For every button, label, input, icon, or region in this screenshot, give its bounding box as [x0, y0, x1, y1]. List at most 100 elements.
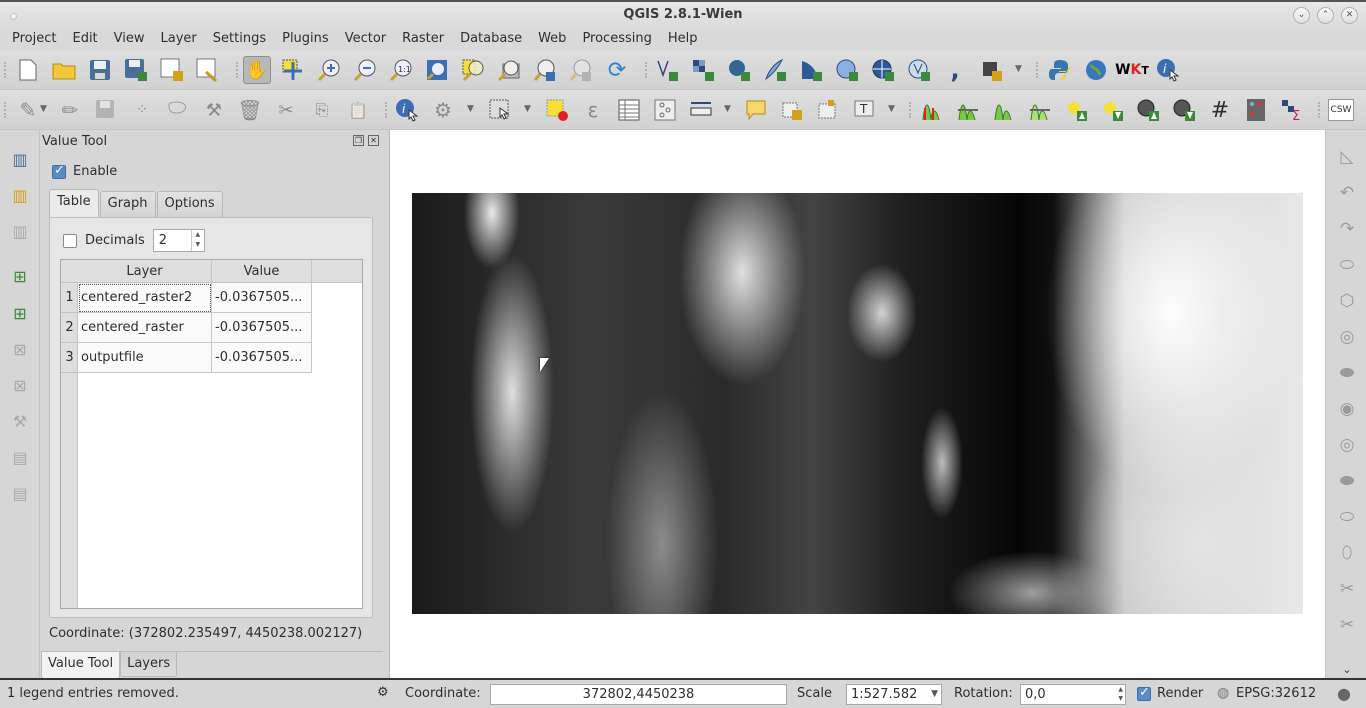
save-layer-edits-icon[interactable]: [92, 96, 120, 124]
remove-raster-plugin-icon[interactable]: ▥: [7, 218, 33, 244]
close-panel-button[interactable]: ✕: [368, 135, 379, 146]
add-postgis-layer-icon[interactable]: [725, 56, 753, 84]
local-histogram-stretch-icon[interactable]: [918, 96, 946, 124]
add-wcs-layer-icon[interactable]: [869, 56, 897, 84]
zoom-to-layer-icon[interactable]: [495, 56, 523, 84]
toolbar-grip[interactable]: [1036, 62, 1040, 78]
add-raster-plugin-icon[interactable]: ▥: [7, 146, 33, 172]
dock-tab-value-tool[interactable]: Value Tool: [41, 652, 121, 679]
zoom-last-icon[interactable]: [531, 56, 559, 84]
add-mssql-layer-icon[interactable]: [797, 56, 825, 84]
full-histogram-stretch-icon[interactable]: [954, 96, 982, 124]
zoom-native-icon[interactable]: 1:1: [387, 56, 415, 84]
row-number[interactable]: 1: [61, 283, 78, 313]
menu-view[interactable]: View: [106, 29, 153, 50]
toolbar-grip[interactable]: [1318, 102, 1322, 118]
table-cell-value[interactable]: -0.0367505...: [212, 283, 312, 313]
new-project-icon[interactable]: [14, 56, 42, 84]
row-number[interactable]: 3: [61, 343, 78, 373]
menu-help[interactable]: Help: [660, 29, 706, 50]
node-tool-icon[interactable]: ⚒: [200, 96, 228, 124]
edit-vector-layer-icon[interactable]: ⊠: [7, 372, 33, 398]
menu-edit[interactable]: Edit: [64, 29, 105, 50]
measure-line-icon[interactable]: [687, 96, 715, 124]
undo-icon[interactable]: ↶: [1334, 180, 1360, 206]
field-calculator-icon[interactable]: ε: [579, 96, 607, 124]
zoom-to-selection-icon[interactable]: [459, 56, 487, 84]
menu-web[interactable]: Web: [530, 29, 574, 50]
new-shapefile-layer-icon[interactable]: [653, 56, 681, 84]
enable-checkbox[interactable]: [52, 163, 66, 179]
float-panel-button[interactable]: ❐: [353, 135, 364, 146]
toolbar-grip[interactable]: [236, 62, 240, 78]
row-number[interactable]: 2: [61, 313, 78, 343]
toggle-editing-icon[interactable]: ✏: [56, 96, 84, 124]
text-annotation-icon[interactable]: T: [850, 96, 878, 124]
pan-to-selection-icon[interactable]: [279, 56, 307, 84]
table-cell-layer[interactable]: centered_raster2: [78, 283, 212, 313]
table-cell-value[interactable]: -0.0367505...: [212, 313, 312, 343]
refresh-icon[interactable]: ⟳: [603, 56, 631, 84]
pan-map-icon[interactable]: ✋: [243, 56, 271, 84]
toolbar-grip[interactable]: [4, 62, 8, 78]
toolbar-grip[interactable]: [909, 102, 913, 118]
processing-dropdown-arrow[interactable]: ▼: [1015, 64, 1022, 74]
openlayers-globe-icon[interactable]: [1082, 56, 1110, 84]
minimize-button[interactable]: ⌄: [1293, 7, 1310, 24]
decimals-spinbox[interactable]: 2 ▲ ▼: [152, 229, 205, 252]
local-cumulative-cut-icon[interactable]: [990, 96, 1018, 124]
show-bookmarks-icon[interactable]: [814, 96, 842, 124]
toolbar-grip[interactable]: [385, 102, 389, 118]
menu-raster[interactable]: Raster: [394, 29, 452, 50]
delete-selected-icon[interactable]: 🗑: [236, 96, 264, 124]
menu-layer[interactable]: Layer: [153, 29, 205, 50]
map-tips-icon[interactable]: [742, 96, 770, 124]
action-dropdown-arrow[interactable]: ▼: [467, 104, 474, 114]
full-cumulative-cut-icon[interactable]: [1026, 96, 1054, 124]
messages-icon[interactable]: ●: [1337, 684, 1351, 703]
tab-options[interactable]: Options: [156, 191, 223, 217]
decimals-checkbox[interactable]: [63, 233, 77, 248]
add-raster-layer-icon[interactable]: [689, 56, 717, 84]
statistical-summary-icon[interactable]: [651, 96, 679, 124]
increase-contrast-icon[interactable]: [1134, 96, 1162, 124]
deselect-all-icon[interactable]: [543, 96, 571, 124]
zoom-out-icon[interactable]: [351, 56, 379, 84]
column-header-value[interactable]: Value: [212, 260, 312, 283]
add-raster-layer-side-icon[interactable]: ⊞: [7, 300, 33, 326]
processing-toolbox-icon[interactable]: [977, 56, 1005, 84]
menu-processing[interactable]: Processing: [574, 29, 659, 50]
quick-wkt-icon[interactable]: WKT: [1115, 56, 1149, 84]
new-bookmark-icon[interactable]: [778, 96, 806, 124]
move-feature-icon[interactable]: [164, 96, 192, 124]
save-project-icon[interactable]: [86, 56, 114, 84]
scale-combobox[interactable]: 1:527.582 ▼: [846, 684, 942, 705]
add-ring-icon[interactable]: ◎: [1334, 324, 1360, 350]
add-spatialite-layer-icon[interactable]: [761, 56, 789, 84]
current-edits-icon[interactable]: ✎: [14, 96, 42, 124]
decrease-brightness-icon[interactable]: [1098, 96, 1126, 124]
crs-globe-icon[interactable]: ◍: [1217, 685, 1229, 701]
scale-dropdown-arrow[interactable]: ▼: [931, 685, 938, 704]
new-raster-plugin-icon[interactable]: ▥: [7, 182, 33, 208]
zonal-statistics-icon[interactable]: Σ: [1278, 96, 1306, 124]
close-button[interactable]: ✕: [1341, 7, 1358, 24]
table-cell-layer[interactable]: outputfile: [78, 343, 212, 373]
identify-plugin-icon[interactable]: i: [1154, 56, 1182, 84]
raster-calculator-icon[interactable]: [1242, 96, 1270, 124]
dock-tab-layers[interactable]: Layers: [120, 652, 178, 677]
add-wms-layer-icon[interactable]: [833, 56, 861, 84]
maximize-button[interactable]: ⌃: [1317, 7, 1334, 24]
menu-settings[interactable]: Settings: [205, 29, 274, 50]
decrease-contrast-icon[interactable]: [1170, 96, 1198, 124]
tab-graph[interactable]: Graph: [99, 191, 156, 217]
redo-icon[interactable]: ↷: [1334, 216, 1360, 242]
tool-icon[interactable]: ⚒: [7, 408, 33, 434]
add-delimited-text-layer-icon[interactable]: ,: [941, 56, 969, 84]
open-attribute-table-icon[interactable]: [615, 96, 643, 124]
menu-database[interactable]: Database: [452, 29, 530, 50]
copy-features-icon[interactable]: ⎘: [308, 96, 336, 124]
reshape-features-icon[interactable]: ⬭: [1334, 504, 1360, 530]
add-part-icon[interactable]: ⬬: [1334, 360, 1360, 386]
identify-features-icon[interactable]: i: [393, 96, 421, 124]
